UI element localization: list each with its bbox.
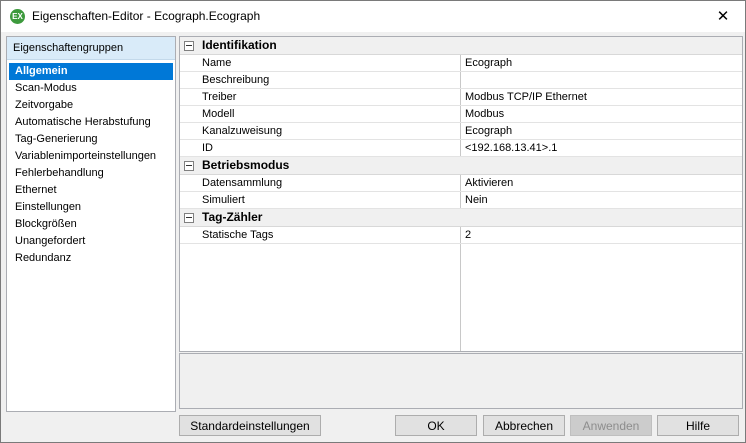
collapse-icon[interactable] bbox=[184, 213, 194, 223]
ok-button[interactable]: OK bbox=[395, 415, 477, 436]
category-label: Betriebsmodus bbox=[202, 158, 290, 172]
property-name: Beschreibung bbox=[202, 74, 270, 86]
property-row[interactable]: Treiber Modbus TCP/IP Ethernet bbox=[180, 89, 742, 106]
property-row[interactable]: ID <192.168.13.41>.1 bbox=[180, 140, 742, 157]
group-item[interactable]: Scan-Modus bbox=[9, 80, 173, 97]
property-groups-header: Eigenschaftengruppen bbox=[7, 37, 175, 60]
help-button[interactable]: Hilfe bbox=[657, 415, 739, 436]
group-item[interactable]: Zeitvorgabe bbox=[9, 97, 173, 114]
collapse-icon[interactable] bbox=[184, 161, 194, 171]
property-groups-panel: Eigenschaftengruppen Allgemein Scan-Modus… bbox=[6, 36, 176, 412]
group-item[interactable]: Fehlerbehandlung bbox=[9, 165, 173, 182]
group-item[interactable]: Unangefordert bbox=[9, 233, 173, 250]
title-bar: EX Eigenschaften-Editor - Ecograph.Ecogr… bbox=[1, 1, 745, 32]
property-value[interactable]: Ecograph bbox=[465, 55, 512, 71]
property-groups-list: Allgemein Scan-Modus Zeitvorgabe Automatisc… bbox=[7, 60, 175, 267]
category-row: Betriebsmodus bbox=[180, 157, 742, 175]
property-value[interactable]: Nein bbox=[465, 192, 488, 208]
category-row: Identifikation bbox=[180, 37, 742, 55]
properties-editor-window: EX Eigenschaften-Editor - Ecograph.Ecogr… bbox=[0, 0, 746, 443]
property-name: Simuliert bbox=[202, 194, 245, 206]
property-value[interactable]: 2 bbox=[465, 227, 471, 243]
property-row[interactable]: Modell Modbus bbox=[180, 106, 742, 123]
category-label: Tag-Zähler bbox=[202, 210, 263, 224]
group-item[interactable]: Variablenimporteinstellungen bbox=[9, 148, 173, 165]
property-row[interactable]: Datensammlung Aktivieren bbox=[180, 175, 742, 192]
category-row: Tag-Zähler bbox=[180, 209, 742, 227]
property-name: Statische Tags bbox=[202, 229, 274, 241]
property-row[interactable]: Beschreibung bbox=[180, 72, 742, 89]
property-row[interactable]: Kanalzuweisung Ecograph bbox=[180, 123, 742, 140]
group-item[interactable]: Redundanz bbox=[9, 250, 173, 267]
group-item[interactable]: Ethernet bbox=[9, 182, 173, 199]
property-row[interactable]: Statische Tags 2 bbox=[180, 227, 742, 244]
property-name: Datensammlung bbox=[202, 177, 283, 189]
property-value[interactable]: Modbus TCP/IP Ethernet bbox=[465, 89, 587, 105]
property-name: ID bbox=[202, 142, 213, 154]
property-name: Treiber bbox=[202, 91, 237, 103]
property-value[interactable]: <192.168.13.41>.1 bbox=[465, 140, 557, 156]
defaults-button[interactable]: Standardeinstellungen bbox=[179, 415, 321, 436]
group-item[interactable]: Blockgrößen bbox=[9, 216, 173, 233]
group-item[interactable]: Tag-Generierung bbox=[9, 131, 173, 148]
window-title: Eigenschaften-Editor - Ecograph.Ecograph bbox=[32, 9, 261, 23]
close-icon[interactable]: ✕ bbox=[701, 1, 745, 32]
property-name: Kanalzuweisung bbox=[202, 125, 283, 137]
group-item[interactable]: Einstellungen bbox=[9, 199, 173, 216]
app-icon: EX bbox=[10, 9, 25, 24]
property-row[interactable]: Name Ecograph bbox=[180, 55, 742, 72]
property-grid: Identifikation Name Ecograph Beschreibung Tr… bbox=[179, 36, 743, 352]
property-name: Modell bbox=[202, 108, 235, 120]
group-item[interactable]: Automatische Herabstufung bbox=[9, 114, 173, 131]
apply-button[interactable]: Anwenden bbox=[570, 415, 652, 436]
cancel-button[interactable]: Abbrechen bbox=[483, 415, 565, 436]
category-label: Identifikation bbox=[202, 38, 277, 52]
group-item[interactable]: Allgemein bbox=[9, 63, 173, 80]
description-pane bbox=[179, 353, 743, 409]
property-value[interactable]: Aktivieren bbox=[465, 175, 513, 191]
property-row[interactable]: Simuliert Nein bbox=[180, 192, 742, 209]
property-value[interactable]: Modbus bbox=[465, 106, 504, 122]
collapse-icon[interactable] bbox=[184, 41, 194, 51]
property-value[interactable]: Ecograph bbox=[465, 123, 512, 139]
property-name: Name bbox=[202, 57, 232, 69]
